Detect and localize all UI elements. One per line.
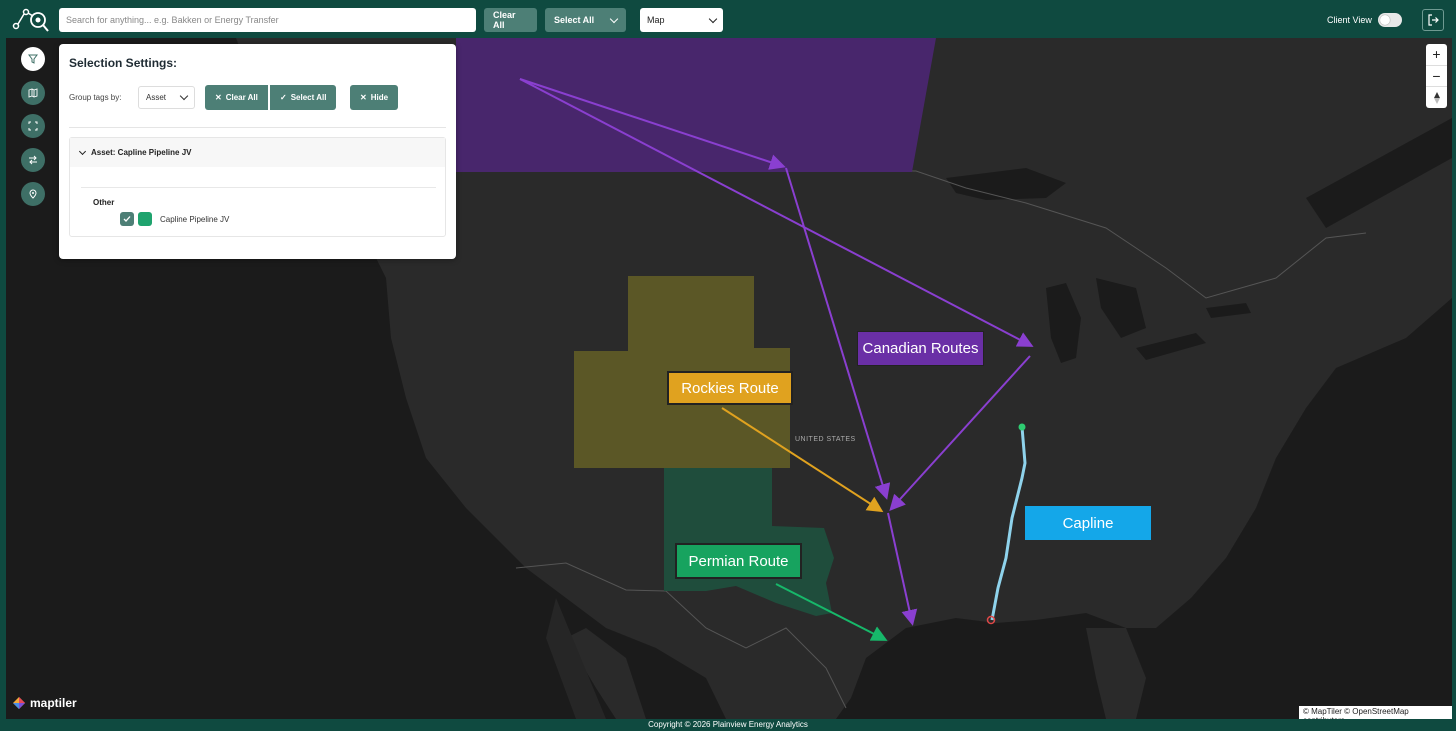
map-view-value: Map xyxy=(647,15,665,25)
zoom-out-icon: − xyxy=(1432,68,1441,84)
swap-icon xyxy=(29,155,37,165)
attribution-text: © MapTiler © OpenStreetMap contributors xyxy=(1303,707,1409,719)
maptiler-logo[interactable]: maptiler xyxy=(12,696,77,710)
zoom-out-button[interactable]: − xyxy=(1426,66,1447,88)
chevron-down-icon xyxy=(609,14,619,23)
chevron-down-icon xyxy=(179,91,189,101)
capline-start-point[interactable] xyxy=(1018,423,1026,431)
capline-text: Capline xyxy=(1062,514,1114,532)
permian-route-label: Permian Route xyxy=(675,543,802,579)
map-layers-button[interactable] xyxy=(21,81,45,105)
search-input[interactable] xyxy=(59,8,476,32)
location-pin-icon xyxy=(29,189,37,199)
asset-accordion-header[interactable]: Asset: Capline Pipeline JV xyxy=(70,138,445,167)
map-attribution[interactable]: © MapTiler © OpenStreetMap contributors xyxy=(1299,706,1452,719)
asset-item-label: Capline Pipeline JV xyxy=(160,215,230,224)
top-bar: Clear All Select All Map Client View xyxy=(0,0,1456,38)
client-view-toggle[interactable] xyxy=(1378,13,1402,27)
footer: Copyright © 2026 Plainview Energy Analyt… xyxy=(0,719,1456,731)
close-icon: ✕ xyxy=(215,93,222,102)
canadian-routes-label: Canadian Routes xyxy=(857,331,984,366)
group-tags-select[interactable]: Asset xyxy=(138,86,195,109)
logout-icon xyxy=(1428,14,1439,26)
zoom-in-button[interactable]: + xyxy=(1426,44,1447,66)
chevron-down-icon xyxy=(78,147,87,155)
panel-select-all-label: Select All xyxy=(290,93,327,102)
group-tags-value: Asset xyxy=(146,93,167,102)
check-icon: ✓ xyxy=(280,93,287,102)
asset-accordion: Asset: Capline Pipeline JV Other Capline… xyxy=(69,137,446,237)
location-button[interactable] xyxy=(21,182,45,206)
swap-button[interactable] xyxy=(21,148,45,172)
filter-button[interactable] xyxy=(21,47,45,71)
close-icon: ✕ xyxy=(360,93,367,102)
chevron-down-icon xyxy=(708,14,718,23)
map-view-select[interactable]: Map xyxy=(640,8,723,32)
permian-route-text: Permian Route xyxy=(688,552,789,570)
panel-divider xyxy=(69,127,446,128)
expand-icon xyxy=(28,121,38,131)
panel-select-all-button[interactable]: ✓ Select All xyxy=(270,85,337,110)
panel-clear-all-button[interactable]: ✕ Clear All xyxy=(205,85,268,110)
compass-icon xyxy=(1433,91,1440,104)
client-view-label: Client View xyxy=(1327,15,1372,25)
accordion-divider xyxy=(81,187,436,188)
clear-all-label: Clear All xyxy=(493,10,516,30)
maptiler-text: maptiler xyxy=(30,696,77,710)
panel-title: Selection Settings: xyxy=(69,56,178,70)
maptiler-icon xyxy=(13,697,25,709)
compass-button[interactable] xyxy=(1426,87,1447,108)
asset-checkbox[interactable] xyxy=(120,212,134,226)
rockies-route-label: Rockies Route xyxy=(667,371,793,405)
country-label: UNITED STATES xyxy=(795,436,856,443)
logout-button[interactable] xyxy=(1422,9,1444,31)
clear-all-button[interactable]: Clear All xyxy=(484,8,537,32)
hide-label: Hide xyxy=(370,93,389,102)
asset-color-swatch[interactable] xyxy=(138,212,152,226)
select-all-dropdown[interactable]: Select All xyxy=(545,8,626,32)
group-tags-label: Group tags by: xyxy=(69,93,122,102)
asset-header-label: Asset: Capline Pipeline JV xyxy=(91,148,192,157)
selection-settings-panel: Selection Settings: Group tags by: Asset… xyxy=(59,44,456,259)
rockies-route-text: Rockies Route xyxy=(681,379,779,397)
hide-panel-button[interactable]: ✕ Hide xyxy=(350,85,399,110)
zoom-controls: + − xyxy=(1426,44,1447,108)
copyright-text: Copyright © 2026 Plainview Energy Analyt… xyxy=(648,720,808,729)
map-icon xyxy=(28,88,38,98)
check-icon xyxy=(123,216,131,222)
select-all-label: Select All xyxy=(554,15,595,25)
filter-icon xyxy=(28,54,38,64)
panel-clear-all-label: Clear All xyxy=(225,93,258,102)
category-label: Other xyxy=(93,198,115,207)
fullscreen-button[interactable] xyxy=(21,114,45,138)
zoom-in-icon: + xyxy=(1432,46,1441,63)
capline-label: Capline xyxy=(1025,506,1151,540)
florida-land xyxy=(1086,628,1146,719)
canadian-routes-text: Canadian Routes xyxy=(862,340,979,357)
network-logo-icon[interactable] xyxy=(12,4,52,34)
